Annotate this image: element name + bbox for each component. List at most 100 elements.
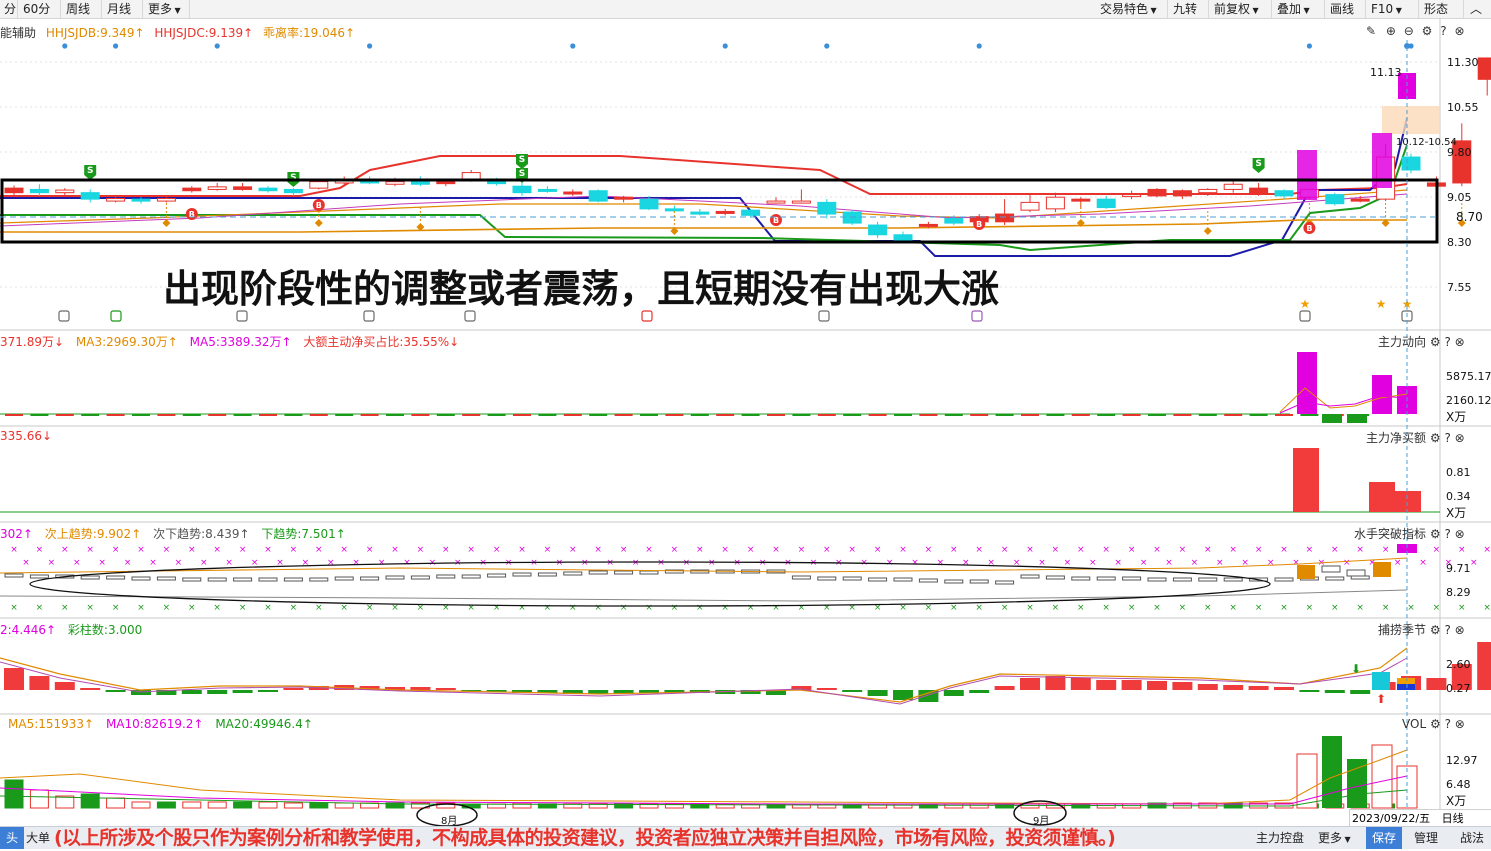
p4-bar xyxy=(918,578,938,583)
period-60min-button[interactable]: 60分 xyxy=(19,0,61,18)
top-dot-marker xyxy=(824,43,830,49)
gear-icon[interactable]: ⚙ xyxy=(1430,623,1441,637)
p4-bar xyxy=(29,574,49,579)
help-icon[interactable]: ? xyxy=(1444,431,1450,445)
p4-bar xyxy=(1020,574,1040,579)
p4-cross-bottom: × xyxy=(213,603,221,613)
more-periods-button[interactable]: 更多 ▼ xyxy=(144,0,190,18)
candle-body xyxy=(512,185,532,194)
p4-cross-bottom: × xyxy=(950,603,958,613)
stock-chart[interactable]: SSSSSBBB B B★ ★ ★ ××××××××××××××××××××××××××… xyxy=(0,18,1491,826)
nine-turn-button[interactable]: 九转 xyxy=(1169,0,1209,18)
edit-icon[interactable]: ✎ xyxy=(1366,24,1376,38)
p2-title-text: 主力动向 xyxy=(1378,335,1427,349)
p6-title: VOL ⚙ ? ⊗ xyxy=(1402,717,1465,731)
gear-icon[interactable]: ⚙ xyxy=(1430,717,1441,731)
p4-bar xyxy=(893,577,913,582)
help-icon[interactable]: ? xyxy=(1444,527,1450,541)
p2-bar xyxy=(1097,414,1116,416)
p4-cross-top: × xyxy=(327,558,335,568)
p4-cross-top: × xyxy=(48,558,56,568)
p4-legend-2: 次下趋势:8.439↑ xyxy=(153,527,250,541)
tab-head[interactable]: 头 xyxy=(0,827,25,849)
p4-title-text: 水手突破指标 xyxy=(1354,527,1427,541)
close-icon[interactable]: ⊗ xyxy=(1455,717,1465,731)
help-icon[interactable]: ? xyxy=(1444,623,1450,637)
candle-body xyxy=(817,201,837,215)
p5-bar xyxy=(1426,678,1447,690)
period-week-button[interactable]: 周线 xyxy=(62,0,102,18)
p4-cross-bottom: × xyxy=(1306,603,1314,613)
help-icon[interactable]: ? xyxy=(1445,717,1451,731)
p4-cross-bottom: × xyxy=(544,603,552,613)
axis-label-p4: 8.29 xyxy=(1446,586,1471,599)
overlay-button[interactable]: 叠加 ▼ xyxy=(1273,0,1325,18)
pattern-button[interactable]: 形态 xyxy=(1420,0,1464,18)
p4-bar xyxy=(512,572,532,577)
vol-bar xyxy=(233,801,253,809)
p4-legend: 302↑ 次上趋势:9.902↑ 次下趋势:8.439↑ 下趋势:7.501↑ xyxy=(0,525,346,542)
p2-bar xyxy=(1347,414,1367,423)
tab-main-control[interactable]: 主力控盘 xyxy=(1256,827,1304,849)
p4-cross-top: × xyxy=(366,545,374,555)
gear-icon[interactable]: ⚙ xyxy=(1430,431,1441,445)
gear-icon[interactable]: ⚙ xyxy=(1422,24,1433,38)
p4-cross-top: × xyxy=(225,558,233,568)
vol-bar xyxy=(207,801,227,809)
close-icon[interactable]: ⊗ xyxy=(1455,623,1465,637)
candle-body xyxy=(1071,198,1091,202)
save-button[interactable]: 保存 xyxy=(1366,827,1403,849)
p5-bar xyxy=(816,688,837,690)
candle-body-highlight xyxy=(1297,150,1317,200)
p5-bar xyxy=(1197,684,1218,690)
p2-bar xyxy=(259,414,277,416)
p4-cross-top: × xyxy=(620,545,628,555)
draw-line-button[interactable]: 画线 xyxy=(1326,0,1366,18)
p4-bar xyxy=(1172,577,1192,582)
candle-body xyxy=(207,186,227,190)
p4-bar xyxy=(1346,569,1366,577)
p4-cross-top: × xyxy=(1356,545,1364,555)
p2-bar xyxy=(233,414,252,416)
manage-button[interactable]: 管理 xyxy=(1406,827,1446,849)
minus-icon[interactable]: ⊖ xyxy=(1404,24,1414,38)
more-button[interactable]: 更多 ▼ xyxy=(1318,827,1351,849)
gear-icon[interactable]: ⚙ xyxy=(1430,335,1441,349)
p4-bar xyxy=(563,571,583,576)
plus-icon[interactable]: ⊕ xyxy=(1386,24,1396,38)
p4-cross-top: × xyxy=(1255,545,1263,555)
trade-features-button[interactable]: 交易特色 ▼ xyxy=(1096,0,1168,18)
strategy-button[interactable]: 战法 xyxy=(1452,827,1491,849)
candle-body xyxy=(80,192,100,200)
p4-cross-top: × xyxy=(1433,545,1441,555)
p2-bar xyxy=(589,414,608,416)
p4-legend-3: 下趋势:7.501↑ xyxy=(261,527,346,541)
close-icon[interactable]: ⊗ xyxy=(1454,24,1464,38)
p2-bar xyxy=(487,414,506,416)
candle-body xyxy=(4,187,24,194)
collapse-icon[interactable]: ︿ xyxy=(1466,0,1491,18)
close-icon[interactable]: ⊗ xyxy=(1455,431,1465,445)
period-month-button[interactable]: 月线 xyxy=(103,0,143,18)
p2-bar xyxy=(817,414,836,416)
period-min-button[interactable]: 分 xyxy=(0,0,18,18)
candle-body xyxy=(766,200,786,204)
help-icon[interactable]: ? xyxy=(1444,335,1450,349)
f10-button[interactable]: F10 ▼ xyxy=(1367,0,1419,18)
p5-bar xyxy=(969,690,990,693)
p5-bar xyxy=(1020,678,1040,690)
p4-cross-bottom: × xyxy=(1433,603,1441,613)
candle-body xyxy=(995,213,1015,223)
p4-cross-bottom: × xyxy=(493,603,501,613)
p4-bar xyxy=(360,576,380,581)
tab-big-order[interactable]: 大单 xyxy=(26,827,50,849)
help-icon[interactable]: ? xyxy=(1440,24,1446,38)
adjust-button[interactable]: 前复权 ▼ xyxy=(1210,0,1272,18)
close-icon[interactable]: ⊗ xyxy=(1455,335,1465,349)
p2-bar xyxy=(208,414,227,416)
main-legend: 能辅助 HHJSJDB:9.349↑ HHJSJDC:9.139↑ 乖离率:19… xyxy=(0,24,355,41)
top-dot-marker xyxy=(570,43,576,49)
p5-bar xyxy=(410,687,431,690)
close-icon[interactable]: ⊗ xyxy=(1455,527,1465,541)
gear-icon[interactable]: ⚙ xyxy=(1430,527,1441,541)
